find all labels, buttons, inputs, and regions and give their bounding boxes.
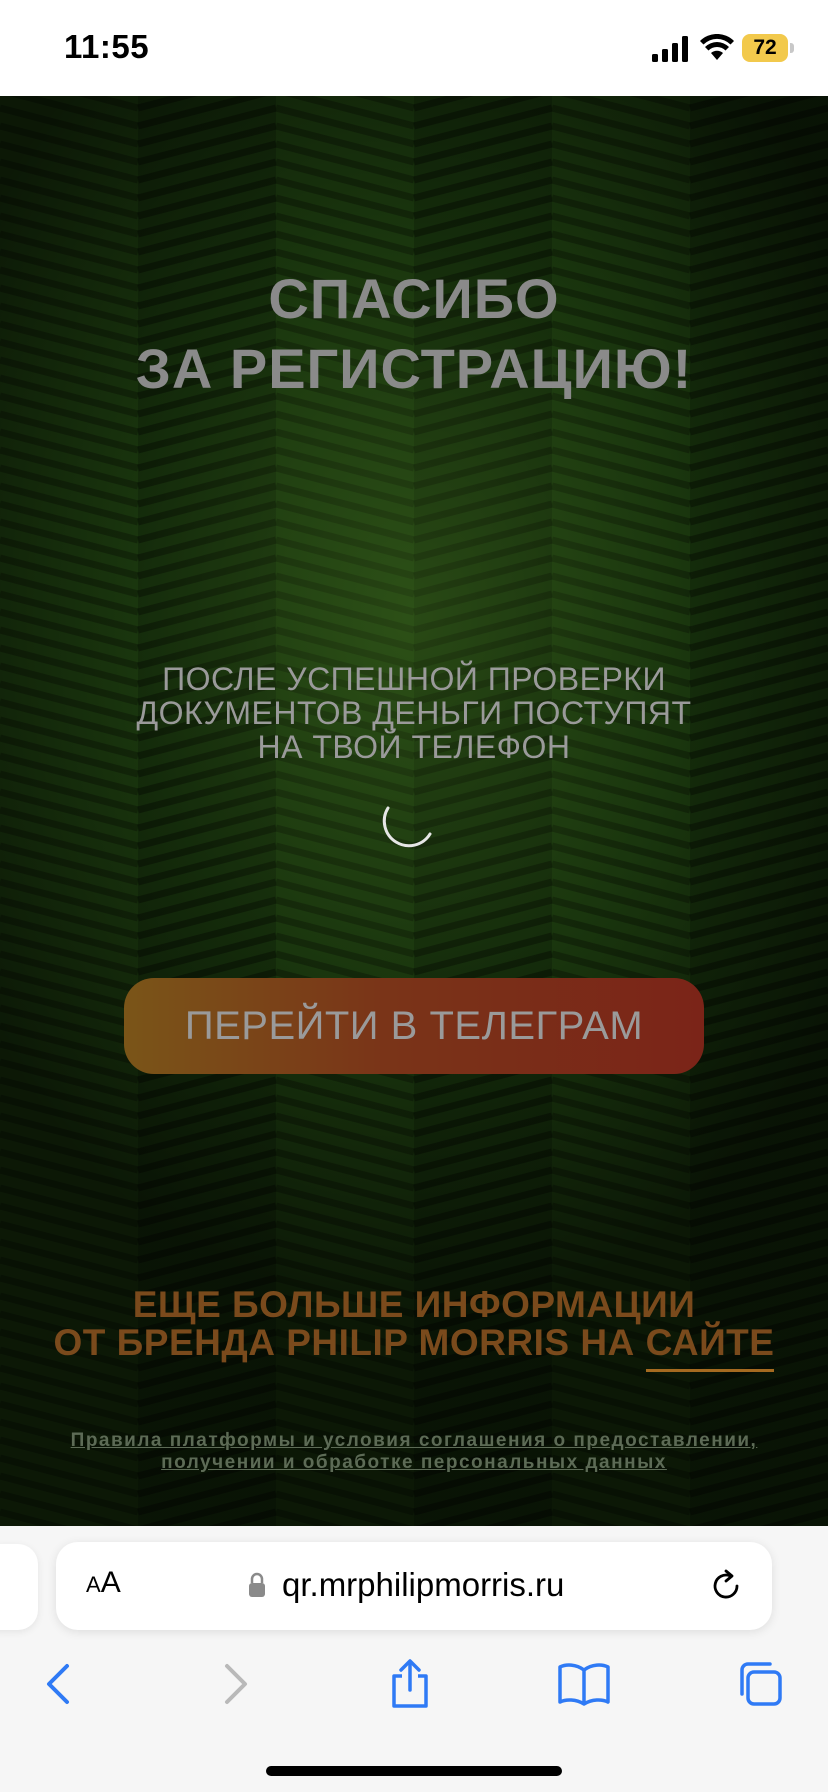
more-info-text: ЕЩЕ БОЛЬШЕ ИНФОРМАЦИИ ОТ БРЕНДА PHILIP M… (0, 1284, 828, 1372)
tabs-button[interactable] (730, 1654, 790, 1714)
forward-button[interactable] (206, 1654, 266, 1714)
chevron-left-icon (47, 1664, 69, 1704)
page-title-line-2: ЗА РЕГИСТРАЦИЮ! (135, 337, 693, 400)
home-indicator (266, 1766, 562, 1776)
lock-icon (249, 1572, 265, 1597)
info-line-1: ПОСЛЕ УСПЕШНОЙ ПРОВЕРКИ (162, 661, 666, 697)
web-content: СПАСИБО ЗА РЕГИСТРАЦИЮ! ПОСЛЕ УСПЕШНОЙ П… (0, 96, 828, 1526)
battery-level: 72 (753, 36, 777, 59)
site-link[interactable]: САЙТЕ (645, 1322, 775, 1372)
info-line-2: ДОКУМЕНТОВ ДЕНЬГИ ПОСТУПЯТ (136, 695, 692, 731)
chevron-right-icon (225, 1664, 247, 1704)
rules-line-2[interactable]: получении и обработке персональных данны… (40, 1452, 788, 1474)
back-button[interactable] (28, 1654, 88, 1714)
browser-toolbar (0, 1654, 828, 1738)
wifi-icon (700, 34, 734, 60)
url-text[interactable]: qr.mrphilipmorris.ru (282, 1566, 564, 1604)
info-line-3: НА ТВОЙ ТЕЛЕФОН (257, 729, 571, 765)
reader-aa-button[interactable]: AA (86, 1566, 121, 1600)
page-title: СПАСИБО ЗА РЕГИСТРАЦИЮ! (0, 264, 828, 404)
more-info-line-1: ЕЩЕ БОЛЬШЕ ИНФОРМАЦИИ (132, 1284, 696, 1325)
share-button[interactable] (380, 1654, 440, 1714)
status-time: 11:55 (64, 28, 150, 65)
go-to-telegram-button[interactable]: ПЕРЕЙТИ В ТЕЛЕГРАМ (124, 978, 704, 1074)
battery-cap (790, 43, 794, 53)
platform-rules-link[interactable]: Правила платформы и условия соглашения о… (40, 1430, 788, 1474)
previous-tab-peek[interactable] (0, 1544, 38, 1630)
address-bar[interactable]: AA qr.mrphilipmorris.ru (56, 1542, 772, 1630)
loading-spinner-icon (382, 806, 432, 848)
more-info-line-2: ОТ БРЕНДА PHILIP MORRIS НА САЙТЕ (0, 1322, 828, 1372)
tabs-icon (740, 1662, 782, 1706)
page-title-line-1: СПАСИБО (268, 267, 560, 330)
cellular-signal-icon (652, 36, 688, 62)
book-icon (558, 1663, 610, 1706)
share-icon (392, 1659, 428, 1708)
bookmarks-button[interactable] (554, 1654, 614, 1714)
aa-small: A (86, 1572, 101, 1597)
verification-info-text: ПОСЛЕ УСПЕШНОЙ ПРОВЕРКИ ДОКУМЕНТОВ ДЕНЬГ… (90, 662, 738, 764)
aa-large: A (100, 1566, 121, 1599)
browser-chrome: AA qr.mrphilipmorris.ru (0, 1526, 828, 1792)
reload-icon[interactable] (708, 1568, 744, 1604)
battery-icon: 72 (742, 34, 794, 62)
status-bar: 11:55 72 (0, 0, 828, 96)
more-info-line-2-prefix: ОТ БРЕНДА PHILIP MORRIS НА (53, 1322, 646, 1363)
rules-line-1[interactable]: Правила платформы и условия соглашения о… (40, 1430, 788, 1452)
